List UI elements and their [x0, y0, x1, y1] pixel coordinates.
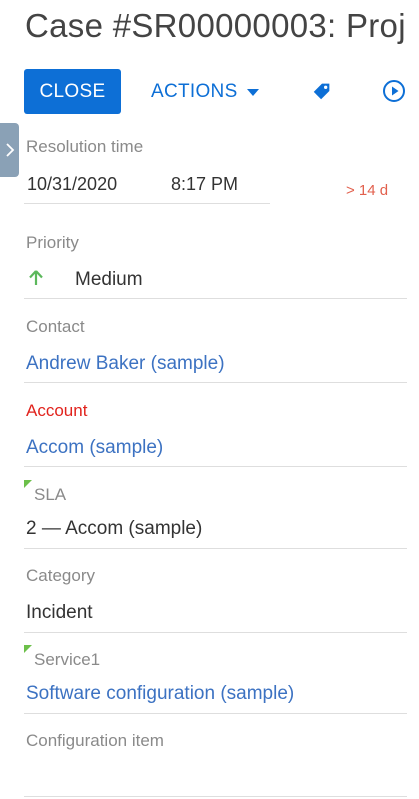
divider [24, 466, 407, 467]
divider [24, 203, 270, 204]
chevron-right-icon [5, 143, 14, 157]
contact-label: Contact [26, 317, 85, 336]
resolution-date-field[interactable]: 10/31/2020 [27, 174, 117, 195]
changed-field-marker [24, 480, 32, 488]
resolution-time-label: Resolution time [26, 137, 144, 156]
actions-button[interactable]: ACTIONS [151, 69, 259, 114]
resolution-time-field[interactable]: 8:17 PM [171, 174, 238, 195]
priority-label: Priority [26, 233, 79, 252]
arrow-up-icon [29, 270, 43, 285]
sidebar-toggle[interactable] [0, 123, 19, 177]
divider [24, 796, 407, 797]
divider [24, 632, 407, 633]
account-label: Account [26, 401, 88, 420]
account-link[interactable]: Accom (sample) [26, 437, 163, 459]
service-label: Service1 [34, 650, 101, 669]
changed-field-marker [24, 645, 32, 653]
contact-link[interactable]: Andrew Baker (sample) [26, 353, 225, 375]
caret-down-icon [246, 89, 259, 96]
divider [24, 548, 407, 549]
actions-label: ACTIONS [151, 80, 238, 102]
tag-icon[interactable] [311, 80, 333, 102]
play-circle-icon[interactable] [382, 79, 406, 103]
service-link[interactable]: Software configuration (sample) [26, 683, 294, 705]
category-value[interactable]: Incident [26, 602, 93, 624]
category-label: Category [26, 566, 95, 585]
divider [24, 298, 407, 299]
close-button[interactable]: CLOSE [24, 69, 121, 114]
overdue-indicator: > 14 d [346, 182, 389, 199]
sla-label: SLA [34, 485, 67, 504]
divider [24, 382, 407, 383]
page-title: Case #SR00000003: Proj [25, 7, 406, 44]
sla-value[interactable]: 2 — Accom (sample) [26, 518, 202, 540]
configuration-item-label: Configuration item [26, 731, 164, 750]
divider [24, 713, 407, 714]
priority-value[interactable]: Medium [75, 269, 143, 291]
